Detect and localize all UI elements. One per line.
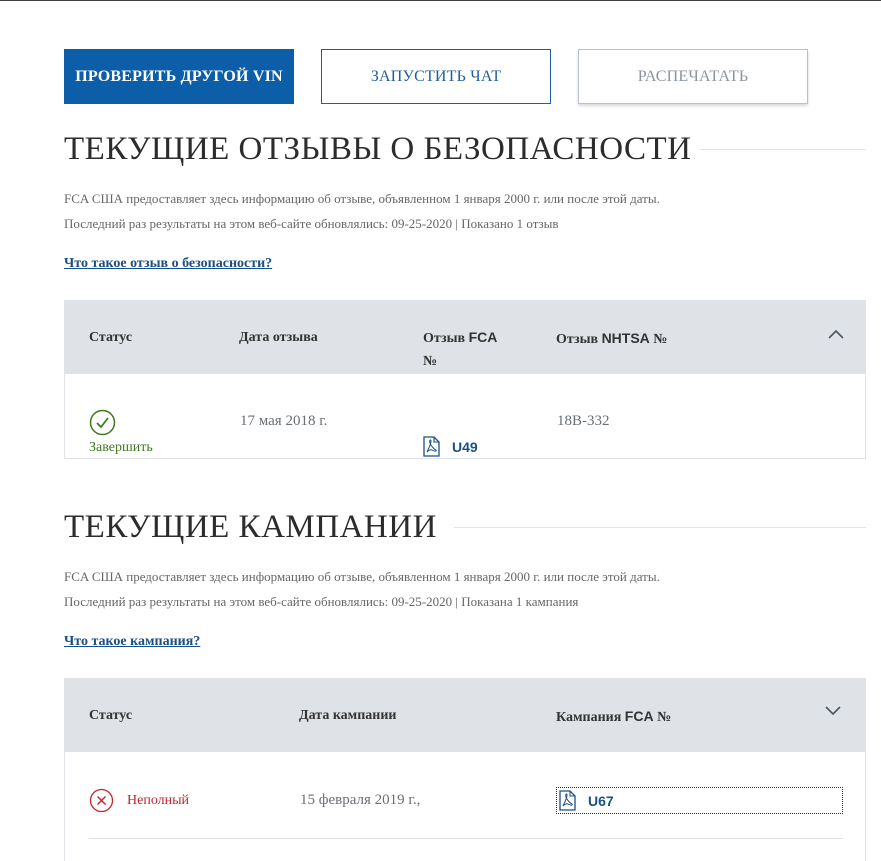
check-circle-icon <box>89 409 116 436</box>
recall-fca-number: U49 <box>452 438 478 455</box>
campaigns-table-body: Неполный 15 февраля 2019 г., U67 <box>64 752 866 861</box>
recalls-col-fca: Отзыв FCA <box>423 329 497 347</box>
recalls-col-fca-number: № <box>423 354 438 369</box>
what-is-recall-link[interactable]: Что такое отзыв о безопасности? <box>64 256 272 272</box>
chevron-down-icon[interactable] <box>823 703 843 717</box>
recall-status-label: Завершить <box>89 440 153 455</box>
x-circle-icon <box>89 788 114 813</box>
recall-fca-pdf-link[interactable]: U49 <box>423 436 478 457</box>
campaigns-col-date: Дата кампании <box>299 708 397 723</box>
recalls-col-fca-prefix: Отзыв <box>423 331 469 346</box>
recalls-col-date: Дата отзыва <box>239 330 318 345</box>
chevron-up-icon[interactable] <box>826 327 846 341</box>
top-border <box>0 0 881 1</box>
what-is-campaign-link[interactable]: Что такое кампания? <box>64 634 200 650</box>
recalls-table-header[interactable]: Статус Дата отзыва Отзыв FCA № Отзыв NHT… <box>64 300 866 374</box>
recalls-info-line2: Последний раз результаты на этом веб-сай… <box>64 216 559 231</box>
campaigns-info-line1: FCA США предоставляет здесь информацию о… <box>64 569 660 584</box>
campaign-fca-number: U67 <box>588 792 614 809</box>
recalls-info-line1: FCA США предоставляет здесь информацию о… <box>64 191 660 206</box>
pdf-icon <box>559 790 576 811</box>
campaign-status-label: Неполный <box>127 793 190 808</box>
campaigns-title: ТЕКУЩИЕ КАМПАНИИ <box>64 509 437 545</box>
recalls-col-status: Статус <box>89 330 133 345</box>
campaigns-col-fca: Кампания FCA № <box>556 708 671 726</box>
recalls-col-nhtsa: Отзыв NHTSA № <box>556 330 667 348</box>
row-divider <box>89 838 843 839</box>
check-another-vin-button[interactable]: ПРОВЕРИТЬ ДРУГОЙ VIN <box>64 49 294 104</box>
recalls-col-fca-word: FCA <box>468 329 498 345</box>
start-chat-button[interactable]: ЗАПУСТИТЬ ЧАТ <box>321 49 551 104</box>
campaigns-col-fca-word: FCA <box>624 708 654 724</box>
recalls-col-nhtsa-word: NHTSA <box>601 330 650 346</box>
campaign-fca-pdf-link[interactable]: U67 <box>556 787 843 814</box>
recalls-table-body: Завершить 17 мая 2018 г. U49 18В-332 <box>64 374 866 459</box>
pdf-icon <box>423 436 440 457</box>
recalls-col-nhtsa-number: № <box>649 332 668 347</box>
recalls-title: ТЕКУЩИЕ ОТЗЫВЫ О БЕЗОПАСНОСТИ <box>64 131 692 167</box>
recall-date: 17 мая 2018 г. <box>240 413 328 429</box>
campaign-date: 15 февраля 2019 г., <box>300 792 421 808</box>
campaigns-col-status: Статус <box>89 708 133 723</box>
campaigns-table-header[interactable]: Статус Дата кампании Кампания FCA № <box>64 678 866 752</box>
campaigns-col-fca-prefix: Кампания <box>556 710 625 725</box>
print-button[interactable]: РАСПЕЧАТАТЬ <box>578 49 808 104</box>
campaigns-info-line2: Последний раз результаты на этом веб-сай… <box>64 594 579 609</box>
recalls-title-rule <box>700 149 866 150</box>
recall-nhtsa-number: 18В-332 <box>557 413 610 429</box>
campaigns-col-fca-number: № <box>653 710 672 725</box>
campaigns-title-rule <box>454 527 866 528</box>
recalls-col-nhtsa-prefix: Отзыв <box>556 332 602 347</box>
